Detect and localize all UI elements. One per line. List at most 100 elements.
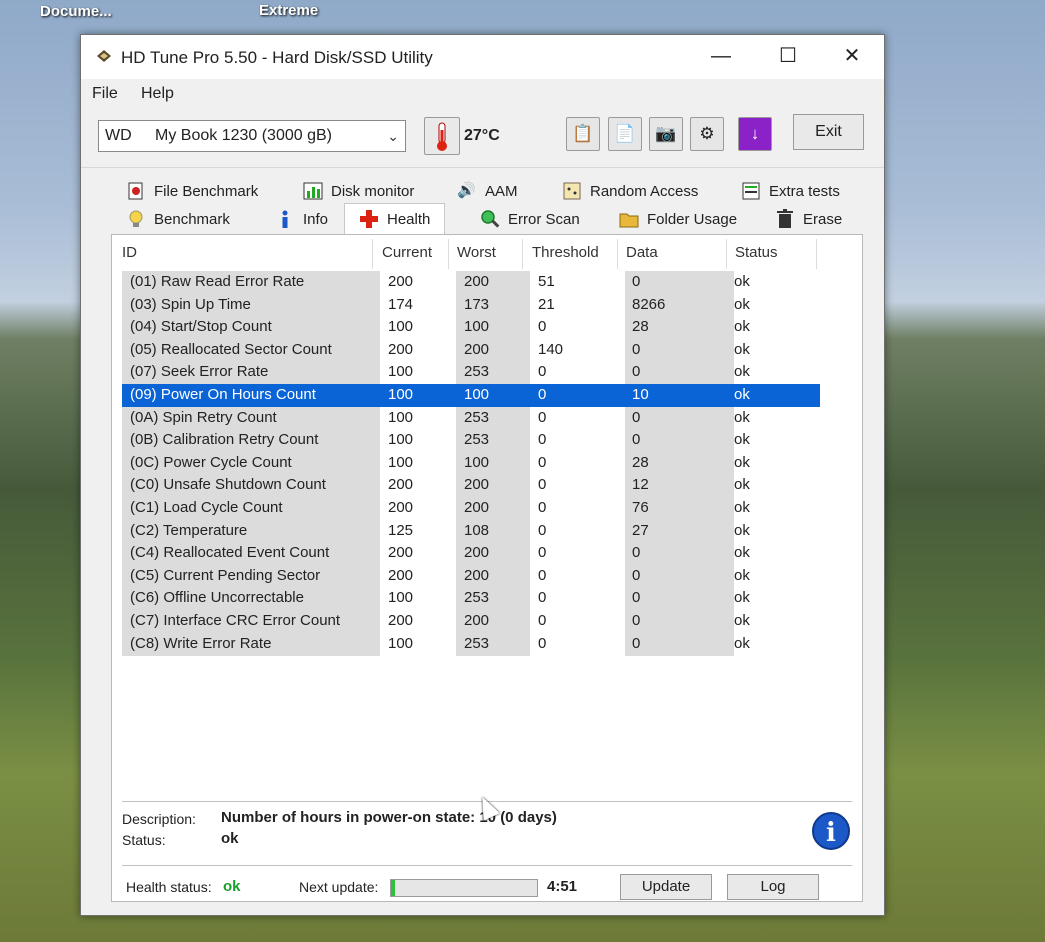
cell-data: 0	[632, 408, 641, 426]
status-label: Status:	[122, 832, 166, 848]
table-row[interactable]: (07) Seek Error Rate 100 253 0 0 ok	[122, 361, 820, 385]
cell-id: (09) Power On Hours Count	[130, 386, 316, 403]
desktop-icon-label-documents[interactable]: Docume...	[40, 3, 112, 20]
update-button[interactable]: Update	[620, 874, 712, 900]
cell-threshold: 140	[538, 340, 564, 358]
maximize-button[interactable]: ☐	[766, 43, 810, 71]
cell-data: 0	[632, 431, 641, 449]
table-row[interactable]: (C5) Current Pending Sector 200 200 0 0 ok	[122, 564, 820, 588]
cell-id: (C2) Temperature	[130, 521, 248, 539]
cell-worst: 200	[464, 340, 490, 358]
tab-label: Folder Usage	[647, 210, 738, 228]
tab-file-benchmark[interactable]: File Benchmark	[126, 179, 258, 203]
menu-help[interactable]: Help	[141, 85, 174, 103]
cell-status: ok	[734, 431, 750, 449]
desktop-icon-label-extreme[interactable]: Extreme	[259, 2, 318, 19]
app-window: HD Tune Pro 5.50 - Hard Disk/SSD Utility…	[80, 34, 885, 916]
info-icon[interactable]: i	[812, 812, 850, 850]
tab-info[interactable]: Info	[275, 207, 328, 231]
table-row[interactable]: (0C) Power Cycle Count 100 100 0 28 ok	[122, 451, 820, 475]
table-row[interactable]: (C7) Interface CRC Error Count 200 200 0 0 ok	[122, 610, 820, 633]
table-row[interactable]: (C6) Offline Uncorrectable 100 253 0 0 ok	[122, 587, 820, 611]
table-row[interactable]: (C1) Load Cycle Count 200 200 0 76 ok	[122, 497, 820, 520]
next-update-progress	[390, 879, 538, 897]
benchmark-icon	[126, 209, 146, 229]
table-row[interactable]: (C2) Temperature 125 108 0 27 ok	[122, 519, 820, 543]
table-row[interactable]: (C4) Reallocated Event Count 200 200 0 0 ok	[122, 542, 820, 566]
cell-current: 100	[388, 318, 414, 336]
tab-health[interactable]: Health	[344, 203, 446, 234]
cell-current: 200	[388, 476, 414, 494]
cell-data: 0	[632, 634, 641, 652]
tab-disk-monitor[interactable]: Disk monitor	[303, 179, 414, 203]
app-logo-icon	[97, 50, 111, 62]
cell-current: 100	[388, 363, 414, 381]
table-row[interactable]: (03) Spin Up Time 174 173 21 8266 ok	[122, 293, 820, 317]
cell-status: ok	[734, 340, 750, 358]
minimize-button[interactable]: —	[699, 43, 743, 71]
cell-shading	[625, 429, 734, 453]
cell-worst: 253	[464, 363, 490, 381]
options-icon[interactable]: ⚙	[690, 117, 724, 151]
cell-threshold: 0	[538, 634, 547, 652]
tab-folder-usage[interactable]: Folder Usage	[619, 207, 737, 231]
cell-current: 100	[388, 408, 414, 426]
title-bar[interactable]: HD Tune Pro 5.50 - Hard Disk/SSD Utility…	[81, 35, 884, 79]
cell-status: ok	[734, 566, 750, 584]
column-header-status[interactable]: Status	[735, 244, 778, 261]
tab-benchmark[interactable]: Benchmark	[126, 207, 230, 231]
column-header-threshold[interactable]: Threshold	[532, 244, 599, 261]
copy-all-icon[interactable]: 📄	[608, 117, 642, 151]
save-down-arrow-icon[interactable]: ↓	[738, 117, 772, 151]
smart-table[interactable]: ID Current Worst Threshold Data Status (…	[114, 237, 860, 799]
cell-threshold: 0	[538, 431, 547, 449]
random-access-icon	[562, 181, 582, 201]
column-header-id[interactable]: ID	[122, 244, 137, 261]
cell-id: (C8) Write Error Rate	[130, 634, 272, 652]
tab-error-scan[interactable]: Error Scan	[480, 207, 580, 231]
tab-aam[interactable]: 🔊 AAM	[457, 179, 518, 203]
copy-info-icon[interactable]: 📋	[566, 117, 600, 151]
cell-shading	[625, 542, 734, 566]
table-row[interactable]: (0B) Calibration Retry Count 100 253 0 0 ok	[122, 429, 820, 453]
cell-data: 0	[632, 340, 641, 358]
table-row[interactable]: (05) Reallocated Sector Count 200 200 140 0 o…	[122, 338, 820, 362]
column-header-data[interactable]: Data	[626, 244, 658, 261]
table-row[interactable]: (04) Start/Stop Count 100 100 0 28 ok	[122, 316, 820, 340]
cell-threshold: 0	[538, 589, 547, 607]
table-row[interactable]: (C0) Unsafe Shutdown Count 200 200 0 12 ok	[122, 474, 820, 498]
tab-random-access[interactable]: Random Access	[562, 179, 698, 203]
table-row[interactable]: (09) Power On Hours Count 100 100 0 10 ok	[122, 384, 820, 407]
table-row[interactable]: (01) Raw Read Error Rate 200 200 51 0 ok	[122, 271, 820, 294]
cell-current: 174	[388, 295, 414, 313]
close-button[interactable]: ✕	[830, 43, 874, 71]
cell-worst: 200	[464, 499, 490, 516]
info-tab-icon	[275, 209, 295, 229]
cell-shading	[625, 564, 734, 588]
cell-data: 76	[632, 499, 649, 516]
menu-file[interactable]: File	[92, 85, 118, 103]
cell-status: ok	[734, 386, 750, 403]
table-row[interactable]: (0A) Spin Retry Count 100 253 0 0 ok	[122, 406, 820, 430]
log-button[interactable]: Log	[727, 874, 819, 900]
tab-erase[interactable]: Erase	[775, 207, 842, 231]
column-header-current[interactable]: Current	[382, 244, 432, 261]
drive-select[interactable]: WD My Book 1230 (3000 gB) ⌄	[98, 120, 406, 152]
cell-worst: 108	[464, 521, 490, 539]
cell-status: ok	[734, 295, 750, 313]
cell-current: 100	[388, 634, 414, 652]
camera-icon[interactable]: 📷	[649, 117, 683, 151]
column-header-worst[interactable]: Worst	[457, 244, 496, 261]
cell-threshold: 0	[538, 408, 547, 426]
exit-button[interactable]: Exit	[793, 114, 864, 150]
cell-threshold: 0	[538, 612, 547, 629]
column-divider	[372, 239, 373, 269]
cell-shading	[625, 610, 734, 633]
description-value: Number of hours in power-on state: 10 (0…	[221, 809, 557, 826]
cell-data: 12	[632, 476, 649, 494]
cell-threshold: 21	[538, 295, 555, 313]
table-row[interactable]: (C8) Write Error Rate 100 253 0 0 ok	[122, 632, 820, 656]
tab-extra-tests[interactable]: Extra tests	[741, 179, 840, 203]
cell-threshold: 0	[538, 499, 547, 516]
cell-data: 0	[632, 544, 641, 562]
